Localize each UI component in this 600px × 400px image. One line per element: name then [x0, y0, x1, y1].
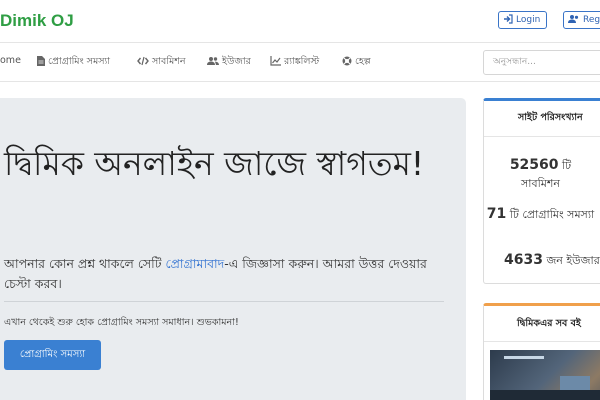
- login-button[interactable]: Login: [498, 11, 547, 29]
- nav-item-label: হেল্প: [355, 56, 371, 67]
- search-input[interactable]: অনুসন্ধান...: [483, 50, 600, 75]
- nav-item-label: ইউজার: [222, 56, 251, 67]
- stat-label: প্রোগ্রামিং সমস্যা: [522, 208, 595, 221]
- nav-item-label: সাবমিশন: [152, 56, 186, 67]
- register-button[interactable]: Reg: [563, 11, 600, 29]
- book-cover-detail: [490, 390, 600, 400]
- stat-submissions: 52560 টি সাবমিশন: [484, 156, 597, 193]
- nav-item-problems[interactable]: প্রোগ্রামিং সমস্যা: [37, 55, 110, 70]
- code-icon: [137, 56, 149, 66]
- welcome-jumbotron: দ্বিমিক অনলাইন জাজে স্বাগতম! আপনার কোন প…: [0, 98, 466, 400]
- stat-users: 4633 জন ইউজার: [484, 251, 600, 270]
- nav-item-ranklist[interactable]: র‍্যাঙ্কলিস্ট: [270, 55, 319, 70]
- divider: [4, 301, 444, 302]
- sub-text: এখান থেকেই শুরু হোক প্রোগ্রামিং সমস্যা স…: [4, 317, 239, 328]
- brand-logo[interactable]: Dimik OJ: [0, 11, 74, 31]
- search-placeholder: অনুসন্ধান...: [493, 57, 536, 67]
- nav-item-label: প্রোগ্রামিং সমস্যা: [48, 56, 111, 67]
- user-plus-icon: [568, 15, 579, 23]
- nav-item-label: ome: [0, 55, 21, 66]
- stat-label: সাবমিশন: [521, 177, 560, 190]
- nav-item-help[interactable]: হেল্প: [342, 55, 371, 70]
- nav-item-users[interactable]: ইউজার: [207, 55, 251, 70]
- chart-icon: [270, 56, 281, 66]
- file-icon: [37, 56, 45, 66]
- stat-number: 52560: [509, 157, 559, 173]
- nav-item-home[interactable]: ome: [0, 55, 21, 66]
- book-cover-image[interactable]: [490, 350, 600, 400]
- programabad-link[interactable]: প্রোগ্রামাবাদ: [166, 256, 225, 271]
- stat-unit: জন: [546, 254, 563, 267]
- site-stats-title: সাইট পরিসংখ্যান: [484, 101, 600, 137]
- stat-label: ইউজার: [566, 254, 600, 267]
- nav-item-label: র‍্যাঙ্কলিস্ট: [284, 56, 320, 67]
- login-label: Login: [516, 15, 541, 25]
- problems-button[interactable]: প্রোগ্রামিং সমস্যা: [4, 340, 101, 370]
- stat-unit: টি: [562, 159, 572, 172]
- nav-item-submissions[interactable]: সাবমিশন: [137, 55, 186, 70]
- site-stats-card: সাইট পরিসংখ্যান 52560 টি সাবমিশন 71 টি প…: [483, 98, 600, 284]
- users-icon: [207, 57, 219, 65]
- lead-text-start: আপনার কোন প্রশ্ন থাকলে সেটি: [4, 256, 166, 271]
- top-bar: Dimik OJ Login Reg: [0, 0, 600, 43]
- page-title: দ্বিমিক অনলাইন জাজে স্বাগতম!: [4, 144, 425, 183]
- stat-number: 71: [486, 206, 507, 222]
- stat-number: 4633: [504, 252, 543, 268]
- stat-problems: 71 টি প্রোগ্রামিং সমস্যা: [484, 205, 597, 224]
- books-card-title: দ্বিমিকএর সব বই: [484, 306, 600, 342]
- sign-in-icon: [504, 14, 513, 24]
- register-label: Reg: [583, 15, 600, 25]
- stat-unit: টি: [509, 208, 519, 221]
- books-card: দ্বিমিকএর সব বই: [483, 303, 600, 400]
- lifebuoy-icon: [342, 56, 352, 66]
- lead-text: আপনার কোন প্রশ্ন থাকলে সেটি প্রোগ্রামাবা…: [4, 254, 454, 294]
- book-cover-detail: [504, 356, 544, 359]
